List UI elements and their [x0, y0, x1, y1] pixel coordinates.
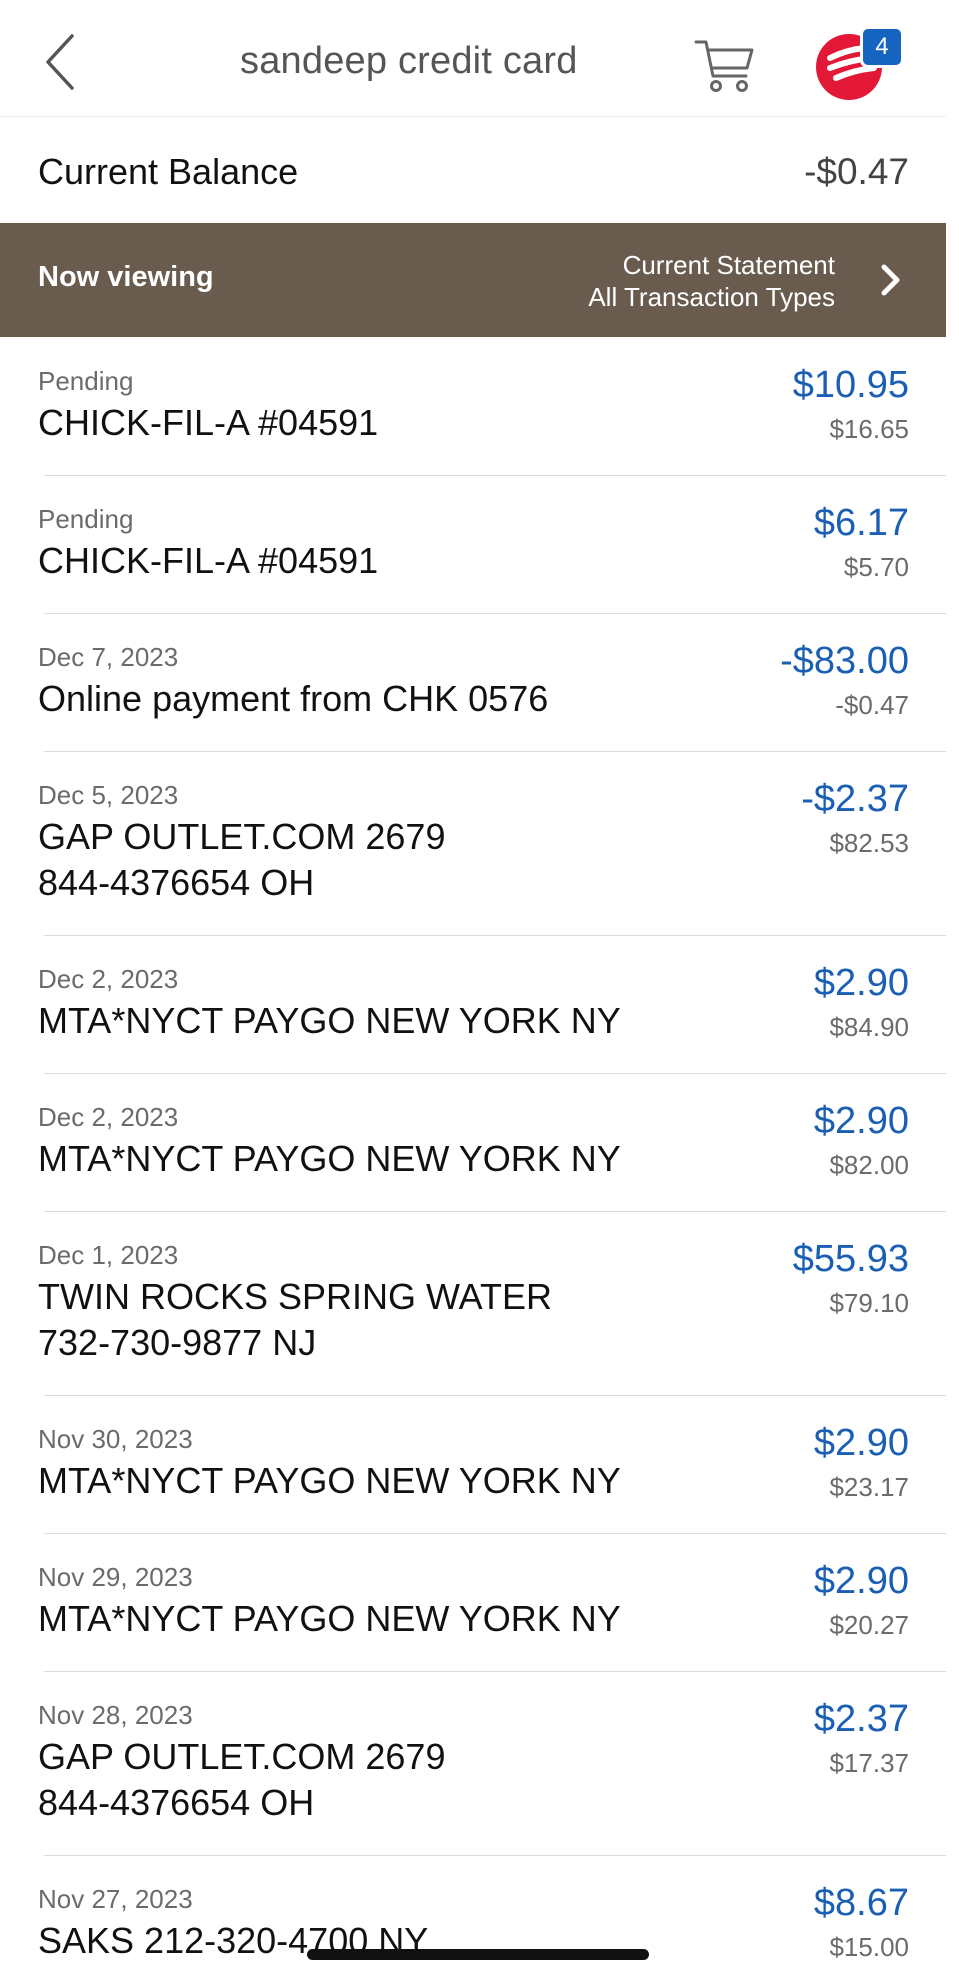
transaction-date: Dec 1, 2023	[38, 1240, 179, 1270]
transaction-amount: $8.67	[813, 1882, 909, 1924]
page-title: sandeep credit card	[240, 40, 578, 82]
top-nav-bar: sandeep credit card 4	[0, 0, 946, 117]
transaction-date: Pending	[38, 366, 134, 396]
transaction-date: Nov 29, 2023	[38, 1562, 193, 1592]
transaction-row[interactable]: Nov 30, 2023 MTA*NYCT PAYGO NEW YORK NY …	[0, 1396, 946, 1534]
transaction-row[interactable]: Nov 29, 2023 MTA*NYCT PAYGO NEW YORK NY …	[0, 1534, 946, 1672]
transaction-date: Nov 27, 2023	[38, 1884, 193, 1914]
transaction-type-filter: All Transaction Types	[588, 282, 835, 312]
transaction-date: Pending	[38, 504, 134, 534]
transaction-row[interactable]: Dec 7, 2023 Online payment from CHK 0576…	[0, 614, 946, 752]
balance-value: -$0.47	[804, 151, 909, 192]
transaction-description: MTA*NYCT PAYGO NEW YORK NY	[38, 1460, 621, 1501]
transaction-row[interactable]: Nov 27, 2023 SAKS 212-320-4700 NY $8.67 …	[0, 1856, 946, 1980]
transaction-description: GAP OUTLET.COM 2679 844-4376654 OH	[38, 1736, 446, 1823]
transaction-date: Nov 30, 2023	[38, 1424, 193, 1454]
transaction-description: GAP OUTLET.COM 2679 844-4376654 OH	[38, 816, 446, 903]
transaction-amount: $6.17	[813, 502, 909, 544]
transaction-amount: $10.95	[792, 364, 909, 406]
transaction-description: TWIN ROCKS SPRING WATER 732-730-9877 NJ	[38, 1276, 553, 1363]
transaction-description: MTA*NYCT PAYGO NEW YORK NY	[38, 1138, 621, 1179]
running-balance: $79.10	[829, 1288, 909, 1318]
transaction-amount: $2.90	[813, 962, 909, 1004]
transaction-date: Dec 5, 2023	[38, 780, 179, 810]
transaction-row[interactable]: Dec 2, 2023 MTA*NYCT PAYGO NEW YORK NY $…	[0, 936, 946, 1074]
cart-icon	[694, 40, 754, 92]
statement-filter: Current Statement	[622, 250, 835, 280]
transaction-date: Dec 2, 2023	[38, 1102, 179, 1132]
notifications-button[interactable]: 4	[816, 26, 906, 102]
account-screen: sandeep credit card 4 Current Balance -$…	[0, 0, 946, 1980]
balance-label: Current Balance	[38, 151, 299, 192]
transaction-row[interactable]: Nov 28, 2023 GAP OUTLET.COM 2679 844-437…	[0, 1672, 946, 1856]
running-balance: $5.70	[843, 552, 909, 582]
chevron-right-icon	[881, 264, 900, 296]
transaction-amount: $2.90	[813, 1560, 909, 1602]
transaction-date: Nov 28, 2023	[38, 1700, 193, 1730]
transaction-description: MTA*NYCT PAYGO NEW YORK NY	[38, 1598, 621, 1639]
notification-badge: 4	[860, 26, 904, 68]
transaction-row[interactable]: Dec 2, 2023 MTA*NYCT PAYGO NEW YORK NY $…	[0, 1074, 946, 1212]
home-indicator[interactable]	[307, 1949, 649, 1960]
transaction-description: MTA*NYCT PAYGO NEW YORK NY	[38, 1000, 621, 1041]
running-balance: $15.00	[829, 1932, 909, 1962]
transaction-description: CHICK-FIL-A #04591	[38, 402, 379, 443]
now-viewing-label: Now viewing	[38, 261, 214, 293]
transaction-amount: -$2.37	[801, 778, 909, 820]
transaction-amount: -$83.00	[780, 640, 909, 682]
transaction-amount: $55.93	[792, 1238, 909, 1280]
cart-button[interactable]	[694, 38, 756, 94]
running-balance: $23.17	[829, 1472, 909, 1502]
transaction-row[interactable]: Dec 5, 2023 GAP OUTLET.COM 2679 844-4376…	[0, 752, 946, 936]
current-balance-row: Current Balance -$0.47	[0, 117, 946, 222]
transaction-amount: $2.90	[813, 1422, 909, 1464]
running-balance: $82.53	[829, 828, 909, 858]
transaction-description: Online payment from CHK 0576	[38, 678, 549, 719]
running-balance: $16.65	[829, 414, 909, 444]
running-balance: $20.27	[829, 1610, 909, 1640]
transaction-description: CHICK-FIL-A #04591	[38, 540, 379, 581]
running-balance: -$0.47	[835, 690, 909, 720]
running-balance: $17.37	[829, 1748, 909, 1778]
transaction-row[interactable]: Pending CHICK-FIL-A #04591 $10.95 $16.65	[0, 338, 946, 476]
running-balance: $84.90	[829, 1012, 909, 1042]
transaction-date: Dec 2, 2023	[38, 964, 179, 994]
view-filter-banner[interactable]: Now viewing Current Statement All Transa…	[0, 223, 946, 337]
page: sandeep credit card 4 Current Balance -$…	[0, 0, 959, 1980]
transaction-list: Pending CHICK-FIL-A #04591 $10.95 $16.65…	[0, 338, 946, 1980]
running-balance: $82.00	[829, 1150, 909, 1180]
back-button[interactable]	[40, 30, 80, 94]
transaction-amount: $2.37	[813, 1698, 909, 1740]
transaction-row[interactable]: Pending CHICK-FIL-A #04591 $6.17 $5.70	[0, 476, 946, 614]
transaction-date: Dec 7, 2023	[38, 642, 179, 672]
chevron-left-icon	[46, 34, 74, 90]
transaction-amount: $2.90	[813, 1100, 909, 1142]
transaction-row[interactable]: Dec 1, 2023 TWIN ROCKS SPRING WATER 732-…	[0, 1212, 946, 1396]
filter-summary: Current Statement All Transaction Types	[588, 249, 835, 313]
